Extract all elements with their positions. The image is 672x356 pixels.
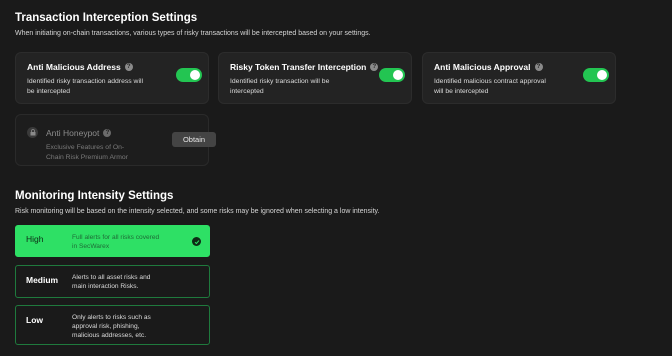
anti-malicious-approval-toggle[interactable]	[583, 68, 609, 82]
card-title: Anti Honeypot	[46, 128, 100, 138]
check-circle-icon	[192, 237, 201, 246]
card-desc-line: Identified malicious contract approval	[434, 78, 546, 85]
interception-title: Transaction Interception Settings	[15, 12, 198, 24]
help-icon[interactable]: ?	[370, 63, 379, 71]
card-title: Anti Malicious Address	[27, 62, 121, 72]
lock-icon	[27, 127, 38, 138]
card-desc-line: be intercepted	[27, 88, 71, 95]
level-desc-line: main interaction Risks.	[72, 283, 139, 290]
intensity-option-high[interactable]: High Full alerts for all risks covered i…	[15, 225, 210, 257]
level-desc-line: approval risk, phishing,	[72, 323, 140, 330]
card-anti-honeypot: Anti Honeypot ? Exclusive Features of On…	[15, 114, 216, 166]
card-desc-line: Identified risky transaction will be	[230, 78, 330, 85]
level-name: Low	[26, 315, 43, 325]
card-title: Risky Token Transfer Interception	[230, 62, 367, 72]
interception-description: When initiating on-chain transactions, v…	[15, 30, 371, 37]
level-desc-line: in SecWarex	[72, 243, 110, 250]
help-icon[interactable]: ?	[103, 129, 112, 137]
card-title: Anti Malicious Approval	[434, 62, 531, 72]
card-anti-malicious-approval: Anti Malicious Approval ? Identified mal…	[422, 52, 616, 104]
risky-token-transfer-toggle[interactable]	[379, 68, 405, 82]
level-desc-line: malicious addresses, etc.	[72, 332, 147, 339]
monitoring-description: Risk monitoring will be based on the int…	[15, 208, 380, 215]
card-desc-line: intercepted	[230, 88, 264, 95]
help-icon[interactable]: ?	[124, 63, 133, 71]
card-desc-line: Identified risky transaction address wil…	[27, 78, 143, 85]
level-desc-line: Only alerts to risks such as	[72, 314, 151, 321]
obtain-button[interactable]: Obtain	[172, 132, 216, 147]
level-name: High	[26, 234, 44, 244]
level-name: Medium	[26, 275, 59, 285]
anti-malicious-address-toggle[interactable]	[176, 68, 202, 82]
card-risky-token-transfer: Risky Token Transfer Interception ? Iden…	[218, 52, 412, 104]
card-desc-line: Chain Risk Premium Armor	[46, 154, 128, 161]
intensity-option-medium[interactable]: Medium Alerts to all asset risks and mai…	[15, 265, 210, 298]
monitoring-title: Monitoring Intensity Settings	[15, 190, 174, 202]
card-desc-line: Exclusive Features of On-	[46, 144, 125, 151]
level-desc-line: Full alerts for all risks covered	[72, 234, 160, 241]
card-desc-line: will be intercepted	[434, 88, 489, 95]
help-icon[interactable]: ?	[534, 63, 543, 71]
level-desc-line: Alerts to all asset risks and	[72, 274, 151, 281]
intensity-option-low[interactable]: Low Only alerts to risks such as approva…	[15, 305, 210, 345]
card-anti-malicious-address: Anti Malicious Address ? Identified risk…	[15, 52, 209, 104]
